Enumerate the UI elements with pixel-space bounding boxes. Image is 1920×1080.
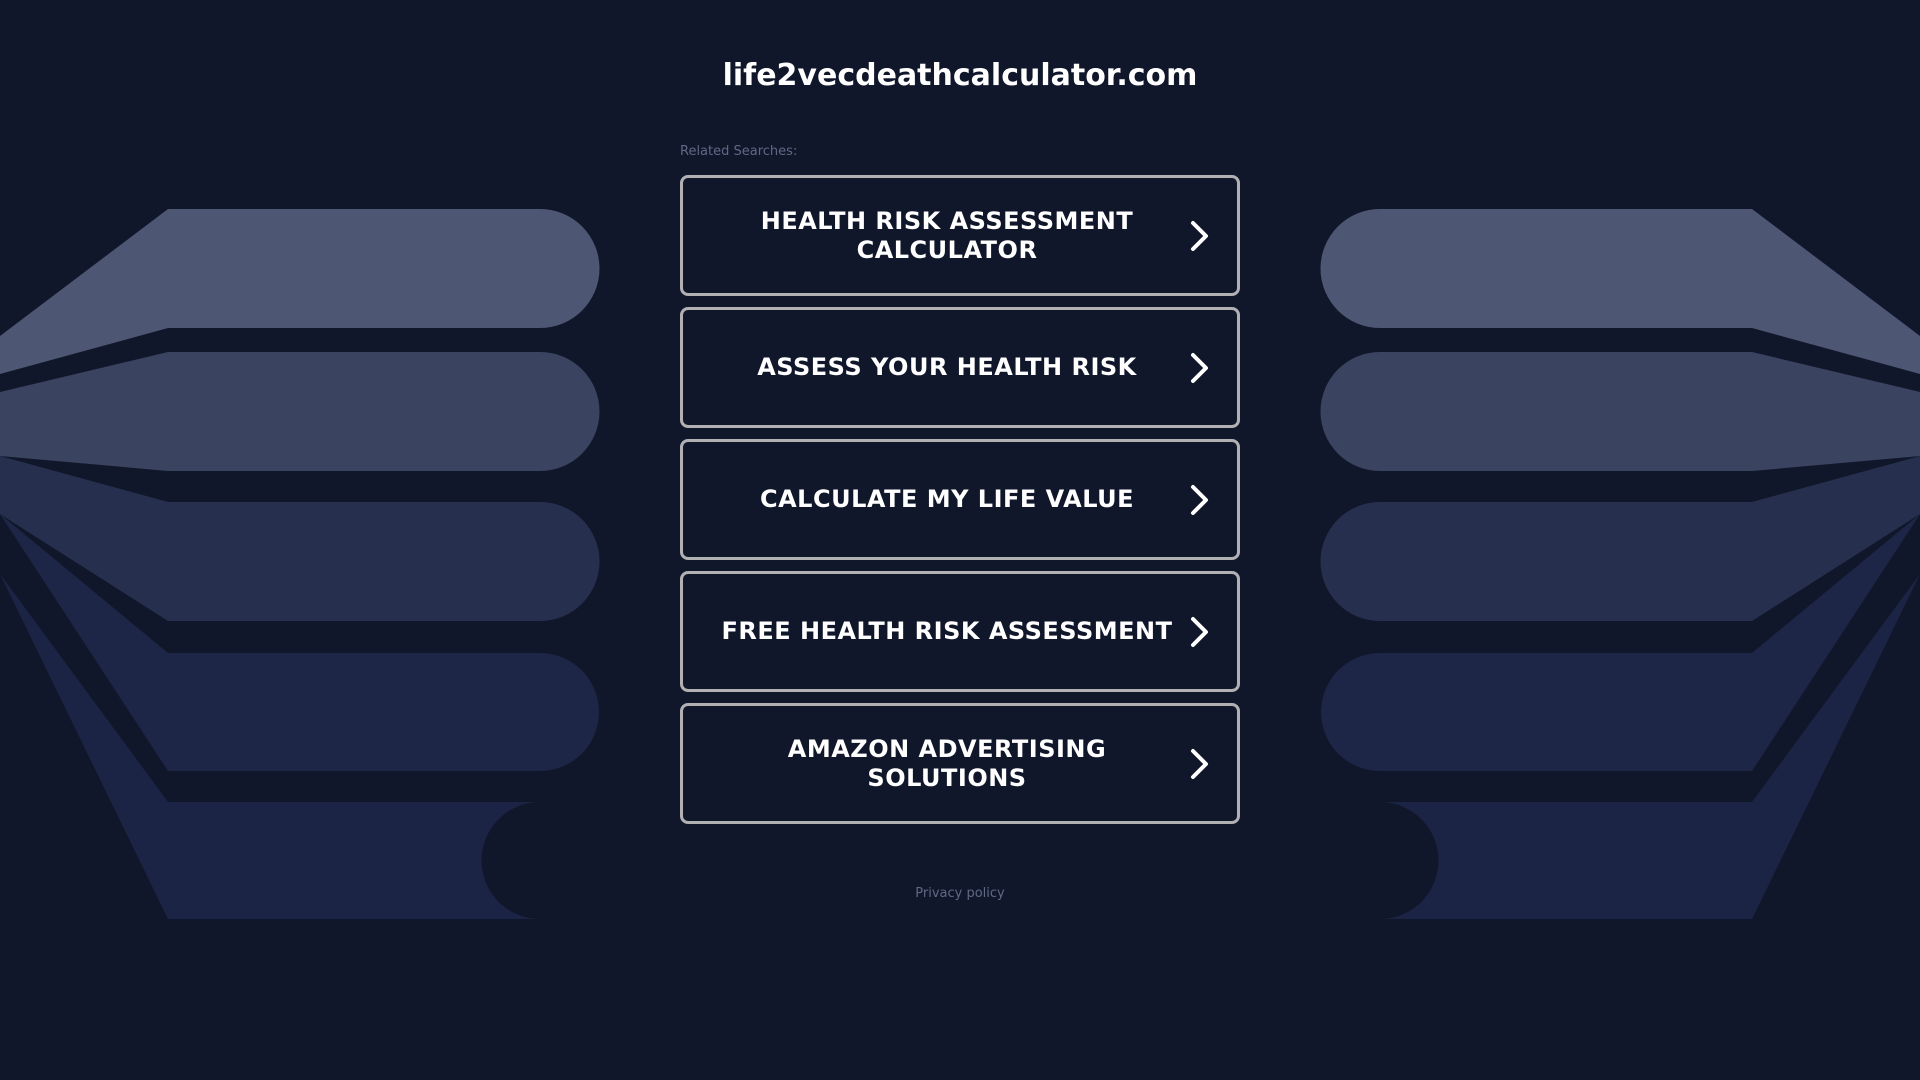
right-shape-2 <box>1320 352 1920 472</box>
chevron-right-icon <box>1191 748 1208 779</box>
footer: Privacy policy <box>0 886 1920 902</box>
privacy-policy-link[interactable]: Privacy policy <box>915 886 1004 901</box>
left-shape-2 <box>0 352 600 472</box>
related-link-free-health-risk-assessment[interactable]: FREE HEALTH RISK ASSESSMENT <box>680 571 1240 692</box>
related-link-amazon-advertising-solutions[interactable]: AMAZON ADVERTISING SOLUTIONS <box>680 703 1240 824</box>
chevron-right-icon <box>1191 220 1208 251</box>
left-decoration <box>0 209 600 919</box>
related-searches-label: Related Searches: <box>680 144 798 159</box>
chevron-right-icon <box>1191 484 1208 515</box>
domain-title: life2vecdeathcalculator.com <box>722 58 1198 93</box>
related-link-label: CALCULATE MY LIFE VALUE <box>759 485 1135 513</box>
right-shape-1 <box>1320 209 1920 374</box>
chevron-right-icon <box>1191 616 1208 647</box>
parked-domain-page: life2vecdeathcalculator.com Related Sear… <box>0 0 1920 1080</box>
related-link-assess-your-health-risk[interactable]: ASSESS YOUR HEALTH RISK <box>680 307 1240 428</box>
left-shape-1 <box>0 209 600 374</box>
related-link-health-risk-assessment-calculator[interactable]: HEALTH RISK ASSESSMENT CALCULATOR <box>680 175 1240 296</box>
chevron-right-icon <box>1191 352 1208 383</box>
related-link-label: FREE HEALTH RISK ASSESSMENT <box>721 617 1173 645</box>
related-links-list: HEALTH RISK ASSESSMENT CALCULATOR ASSESS… <box>680 175 1240 835</box>
related-link-label: ASSESS YOUR HEALTH RISK <box>757 353 1137 381</box>
related-link-calculate-my-life-value[interactable]: CALCULATE MY LIFE VALUE <box>680 439 1240 560</box>
related-link-label: HEALTH RISK ASSESSMENT CALCULATOR <box>760 206 1134 264</box>
right-decoration <box>1320 209 1920 919</box>
related-link-label: AMAZON ADVERTISING SOLUTIONS <box>787 734 1107 792</box>
